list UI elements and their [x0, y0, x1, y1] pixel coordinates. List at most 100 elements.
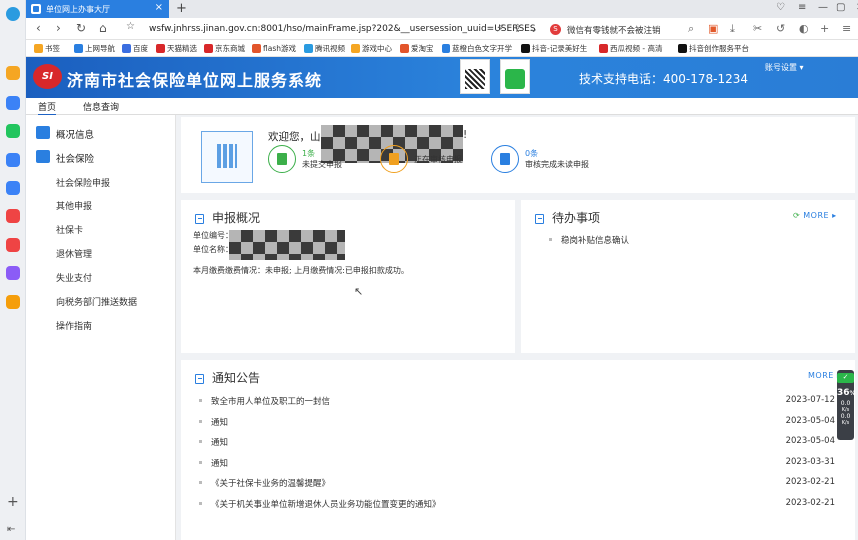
menu-item[interactable]: 社保卡 — [56, 223, 83, 236]
bookmark-item[interactable]: 抖音创作服务平台 — [678, 43, 749, 54]
sidebar-app-icon[interactable] — [6, 124, 20, 138]
extension-icon[interactable]: ▣ — [708, 22, 718, 35]
bookmark-item[interactable]: flash游戏 — [252, 43, 296, 54]
bookmark-item[interactable]: 书签 — [34, 43, 60, 54]
main-nav: 首页 信息查询 — [26, 98, 858, 116]
shield-icon[interactable]: ♡ — [776, 2, 785, 13]
sidebar-app-icon[interactable] — [6, 181, 20, 195]
close-tab-icon[interactable]: × — [155, 2, 163, 13]
todo-more-link[interactable]: ⟳ MORE ▸ — [793, 211, 837, 220]
reload-icon[interactable]: ↻ — [76, 21, 86, 35]
notice-row[interactable]: 通知 2023-05-04 — [199, 416, 835, 428]
document-icon — [380, 145, 408, 173]
tab-bar: 单位网上办事大厅 × + ♡ ≡ — ▢ ✕ — [26, 0, 858, 18]
minimize-icon[interactable]: — — [818, 2, 828, 13]
bookmark-item[interactable]: 京东商城 — [204, 43, 245, 54]
edit-icon — [36, 150, 50, 163]
todo-item[interactable]: 稳岗补贴信息确认 — [549, 234, 835, 246]
sidebar-app-icon[interactable] — [6, 209, 20, 223]
menu-social-insurance[interactable]: 社会保险 — [56, 151, 94, 165]
menu-item[interactable]: 其他申报 — [56, 199, 92, 212]
welcome-exclaim: ! — [463, 129, 468, 141]
support-phone: 技术支持电话：400-178-1234 — [579, 72, 749, 86]
menu-overview[interactable]: 概况信息 — [56, 127, 94, 141]
payment-status: 本月缴费缴费情况：未申报; 上月缴费情况:已申报扣款成功。 — [193, 266, 409, 275]
share-icon[interactable]: ⇪ — [513, 22, 522, 35]
home-icon[interactable]: ⌂ — [99, 21, 107, 35]
notice-row[interactable]: 《关于机关事业单位新增退休人员业务功能位置变更的通知》 2023-02-21 — [199, 498, 835, 510]
stat-reviewing[interactable]: 正在审核申报 — [380, 145, 462, 173]
tab-home[interactable]: 首页 — [38, 100, 57, 116]
refresh-icon: ⟳ — [793, 211, 801, 220]
stat-reviewed-unread[interactable]: 0条 审核完成未读申报 — [491, 145, 589, 173]
menu-item[interactable]: 失业支付 — [56, 271, 92, 284]
left-menu: 概况信息 社会保险 社会保险申报 其他申报 社保卡 退休管理 失业支付 向税务部… — [26, 115, 176, 540]
wechat-qr-code — [500, 59, 530, 94]
network-speed-widget[interactable]: ✓ 36% 0.0 K/s 0.0 K/s — [837, 370, 856, 440]
bookmark-item[interactable]: 蓝橙白色文字开学 — [442, 43, 512, 54]
bookmark-item[interactable]: 天猫精选 — [156, 43, 197, 54]
sidebar-app-icon[interactable] — [6, 266, 20, 280]
todo-panel: 待办事项 ⟳ MORE ▸ 稳岗补贴信息确认 — [521, 200, 855, 353]
maximize-icon[interactable]: ▢ — [836, 2, 845, 13]
bookmark-item[interactable]: 上网导航 — [74, 43, 115, 54]
account-settings-button[interactable]: 账号设置 ▾ — [765, 62, 804, 73]
lightning-icon[interactable]: ⚡ — [496, 22, 504, 35]
add-icon[interactable]: + — [820, 22, 829, 35]
sidebar-app-icon[interactable] — [6, 66, 20, 80]
menu-icon[interactable]: ≡ — [842, 22, 851, 35]
qr-code — [460, 59, 490, 94]
search-text: 微信有零钱就不会被注销 — [567, 25, 661, 36]
download-icon[interactable]: ⤓ — [730, 22, 735, 36]
browser-logo-icon[interactable] — [6, 7, 20, 21]
document-icon — [195, 373, 204, 384]
building-icon — [201, 131, 253, 183]
undo-icon[interactable]: ↺ — [776, 22, 785, 35]
new-tab-icon[interactable]: + — [176, 1, 187, 16]
menu-item[interactable]: 社会保险申报 — [56, 176, 110, 189]
notice-row[interactable]: 致全市用人单位及职工的一封信 2023-07-12 — [199, 395, 835, 407]
sidebar-app-icon[interactable] — [6, 96, 20, 110]
declare-title: 申报概况 — [195, 209, 260, 226]
declare-panel: 申报概况 单位编号：2 单位名称： 本月缴费缴费情况：未申报; 上月缴费情况:已… — [181, 200, 515, 353]
notice-row[interactable]: 《关于社保卡业务的温馨提醒》 2023-02-21 — [199, 477, 835, 489]
menu-item[interactable]: 退休管理 — [56, 247, 92, 260]
menu-lines-icon[interactable]: ≡ — [798, 2, 806, 13]
night-mode-icon[interactable]: ◐ — [799, 22, 809, 35]
add-icon[interactable]: + — [7, 494, 19, 510]
url-field[interactable]: wsfw.jnhrss.jinan.gov.cn:8001/hso/mainFr… — [149, 24, 536, 34]
bookmark-item[interactable]: 抖音-记录美好生 — [521, 43, 591, 54]
search-icon[interactable]: ⌕ — [688, 22, 694, 36]
scissors-icon[interactable]: ✂ — [753, 22, 762, 35]
address-toolbar: ‹ › ↻ ⌂ ☆ wsfw.jnhrss.jinan.gov.cn:8001/… — [26, 18, 858, 40]
document-icon — [268, 145, 296, 173]
star-icon[interactable]: ☆ — [126, 21, 135, 32]
sidebar-app-icon[interactable] — [6, 238, 20, 252]
chevron-down-icon[interactable]: ⌄ — [529, 22, 538, 35]
notice-row[interactable]: 通知 2023-05-04 — [199, 436, 835, 448]
bookmark-item[interactable]: 游戏中心 — [351, 43, 392, 54]
tab-info-query[interactable]: 信息查询 — [83, 100, 119, 113]
bookmark-item[interactable]: 腾讯视频 — [304, 43, 345, 54]
sidebar-app-icon[interactable] — [6, 295, 20, 309]
search-engine-icon: S — [550, 24, 561, 35]
unit-name-label: 单位名称： — [193, 245, 233, 254]
bookmark-item[interactable]: 百度 — [122, 43, 148, 54]
welcome-greeting: 欢迎您，山 — [268, 131, 321, 143]
bookmark-item[interactable]: 爱淘宝 — [400, 43, 434, 54]
stat-unsubmitted[interactable]: 1条 未提交申报 — [268, 145, 342, 173]
browser-tab[interactable]: 单位网上办事大厅 × — [26, 0, 169, 18]
back-icon[interactable]: ‹ — [36, 21, 41, 35]
menu-item[interactable]: 操作指南 — [56, 319, 92, 332]
notice-row[interactable]: 通知 2023-03-31 — [199, 457, 835, 469]
bookmark-item[interactable]: 西瓜视频 - 高清 — [599, 43, 669, 54]
todo-title: 待办事项 — [535, 209, 600, 226]
search-box[interactable]: S 微信有零钱就不会被注销 — [550, 22, 696, 37]
redacted-area — [229, 230, 345, 260]
collapse-icon[interactable]: ⇤ — [7, 524, 15, 535]
menu-item[interactable]: 向税务部门推送数据 — [56, 295, 137, 308]
clipboard-icon — [535, 213, 544, 224]
sidebar-app-icon[interactable] — [6, 153, 20, 167]
home-icon — [36, 126, 50, 139]
forward-icon[interactable]: › — [56, 21, 61, 35]
